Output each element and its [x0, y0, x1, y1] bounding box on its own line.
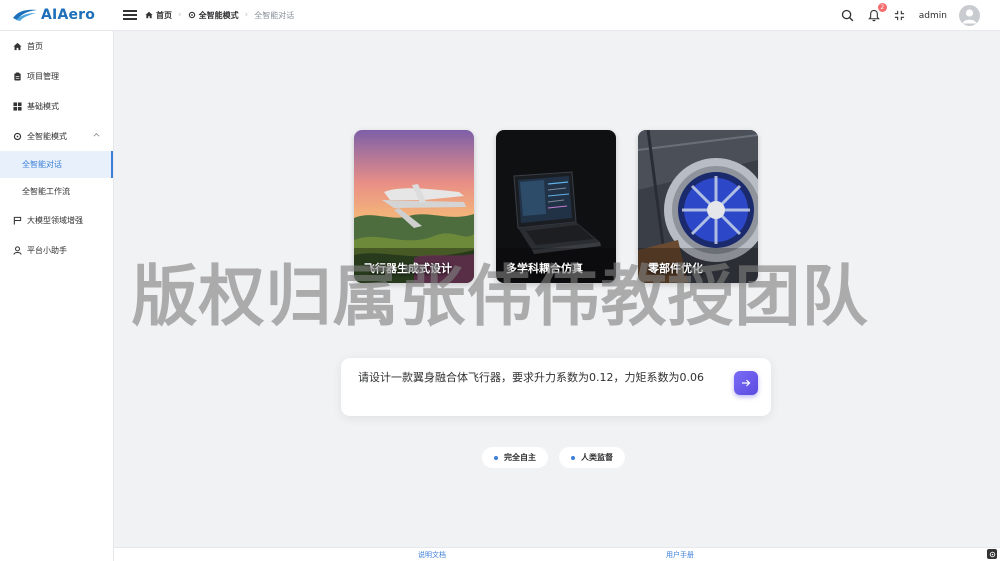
send-button[interactable]	[734, 371, 758, 395]
chat-input[interactable]	[358, 370, 718, 383]
breadcrumb-separator: ›	[244, 10, 249, 20]
grid-icon	[13, 101, 22, 111]
sidebar-item-basic-mode[interactable]: 基础模式	[0, 91, 113, 121]
breadcrumb-current: 全智能对话	[254, 10, 295, 20]
breadcrumb-mode[interactable]: 全智能模式	[188, 10, 239, 21]
search-icon	[842, 9, 854, 22]
card-title: 飞行器生成式设计	[364, 262, 452, 275]
header-actions: 2 admin	[841, 0, 980, 31]
mode-selector: 完全自主 人类监督	[482, 447, 625, 468]
breadcrumb-home-label: 首页	[156, 10, 172, 20]
logo-text: AIAero	[41, 7, 96, 23]
top-header: AIAero 首页 › 全智能模式 › 全智能对话 2 admin	[0, 0, 1000, 31]
card-title: 多学科耦合仿真	[506, 262, 583, 275]
sidebar-subitem-full-ai-workflow[interactable]: 全智能工作流	[0, 178, 113, 205]
search-button[interactable]	[841, 9, 855, 23]
gear-icon	[188, 11, 195, 19]
home-icon	[13, 42, 22, 51]
footer: 说明文档 用户手册	[114, 547, 1000, 561]
chat-box	[341, 358, 771, 416]
user-avatar-icon	[962, 9, 977, 24]
home-icon	[145, 11, 153, 19]
sidebar-item-assistant[interactable]: 平台小助手	[0, 235, 113, 265]
fullscreen-button[interactable]	[893, 9, 907, 23]
card-multidisciplinary-simulation[interactable]: 多学科耦合仿真	[496, 130, 616, 283]
mode-human-supervised-button[interactable]: 人类监督	[559, 447, 625, 468]
card-component-optimization[interactable]: 零部件优化	[638, 130, 758, 283]
mode-dot	[571, 455, 575, 460]
sidebar-subitem-full-ai-chat[interactable]: 全智能对话	[0, 151, 113, 178]
mode-label: 完全自主	[504, 453, 536, 462]
main-content: 飞行器生成式设计 多学科耦合仿真 零部件优化 请设计一款翼身融合体飞行器，要求升…	[114, 31, 1000, 547]
arrow-right-icon	[742, 379, 751, 387]
sidebar-item-label: 首页	[27, 41, 43, 51]
chevron-up-icon	[93, 133, 100, 137]
sidebar: 首页 项目管理 基础模式 全智能模式 全智能对话 全智能工作流 大模型领域增强 …	[0, 31, 114, 561]
sidebar-item-projects[interactable]: 项目管理	[0, 61, 113, 91]
user-name[interactable]: admin	[919, 11, 947, 21]
card-title: 零部件优化	[648, 262, 703, 275]
flag-icon	[13, 216, 22, 225]
breadcrumb-separator: ›	[178, 10, 182, 20]
settings-corner-button[interactable]	[987, 549, 997, 559]
sidebar-item-llm-enhance[interactable]: 大模型领域增强	[0, 205, 113, 235]
bell-icon	[867, 9, 880, 22]
sidebar-item-full-ai-mode[interactable]: 全智能模式	[0, 121, 113, 151]
gear-icon	[13, 132, 22, 141]
mode-autonomous-button[interactable]: 完全自主	[482, 447, 548, 468]
menu-toggle-icon[interactable]	[123, 10, 137, 20]
logo[interactable]: AIAero	[0, 0, 114, 31]
feature-cards: 飞行器生成式设计 多学科耦合仿真 零部件优化	[354, 130, 758, 283]
clipboard-icon	[13, 71, 22, 81]
mode-label: 人类监督	[581, 453, 613, 462]
collapse-icon	[895, 10, 905, 21]
breadcrumb-mode-label: 全智能模式	[198, 10, 239, 20]
sidebar-item-label: 全智能模式	[27, 131, 67, 141]
card-aircraft-design[interactable]: 飞行器生成式设计	[354, 130, 474, 283]
mode-dot	[494, 455, 498, 460]
avatar[interactable]	[959, 5, 980, 26]
sidebar-item-label: 平台小助手	[27, 245, 67, 255]
docs-link[interactable]: 说明文档	[418, 550, 446, 560]
manual-link[interactable]: 用户手册	[666, 550, 694, 560]
notification-button[interactable]: 2	[867, 2, 887, 23]
breadcrumb-home[interactable]: 首页	[145, 10, 172, 21]
breadcrumb: 首页 › 全智能模式 › 全智能对话	[145, 10, 294, 21]
notification-badge: 2	[877, 2, 887, 12]
sidebar-item-label: 基础模式	[27, 101, 59, 111]
sidebar-item-label: 大模型领域增强	[27, 215, 83, 225]
sidebar-item-home[interactable]: 首页	[0, 31, 113, 61]
corner-gear-icon	[989, 551, 995, 557]
user-icon	[13, 245, 22, 255]
logo-swoosh-icon	[13, 9, 37, 21]
sidebar-item-label: 项目管理	[27, 71, 59, 81]
